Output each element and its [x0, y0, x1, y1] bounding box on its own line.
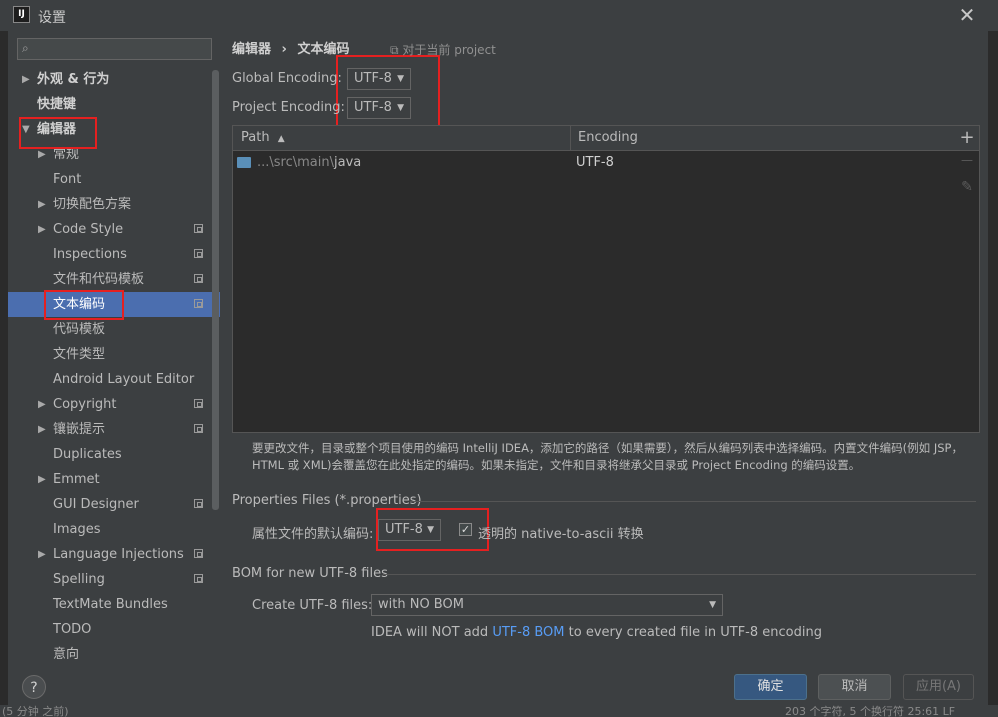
sidebar-item-textmate-bundles[interactable]: TextMate Bundles [8, 592, 220, 617]
sidebar-scrollbar[interactable] [212, 70, 219, 510]
project-scope-icon [194, 274, 203, 283]
native-to-ascii-checkbox[interactable]: ✓ [459, 523, 472, 536]
project-scope-icon: ⧉ [390, 43, 399, 57]
sidebar-item-intentions[interactable]: 意向 [8, 642, 220, 667]
project-encoding-select[interactable]: UTF-8 ▼ [347, 97, 411, 119]
table-toolbar: + — ✎ [956, 125, 978, 265]
native-to-ascii-label[interactable]: 透明的 native-to-ascii 转换 [478, 523, 644, 542]
ok-button[interactable]: 确定 [734, 674, 807, 700]
sidebar-item-emmet[interactable]: ▶ Emmet [8, 467, 220, 492]
breadcrumb: 编辑器 › 文本编码 [232, 38, 349, 57]
sidebar-item-spelling[interactable]: Spelling [8, 567, 220, 592]
breadcrumb-current: 文本编码 [297, 42, 350, 57]
background-window-edge-right [988, 31, 998, 717]
bom-section-title: BOM for new UTF-8 files [232, 566, 388, 581]
column-header-path[interactable]: Path ▲ [241, 126, 285, 150]
properties-encoding-select[interactable]: UTF-8 ▼ [378, 519, 441, 541]
sidebar-item-gui-designer[interactable]: GUI Designer [8, 492, 220, 517]
project-scope-icon [194, 224, 203, 233]
close-icon[interactable]: ✕ [956, 4, 978, 26]
edit-icon[interactable]: ✎ [956, 179, 978, 195]
sidebar-item-keymap[interactable]: 快捷键 [8, 92, 220, 117]
section-divider [410, 501, 976, 502]
background-window-edge [0, 31, 8, 717]
help-button[interactable]: ? [22, 675, 46, 699]
table-header: Path ▲ Encoding [233, 126, 979, 151]
folder-icon [237, 157, 251, 168]
project-scope-icon [194, 424, 203, 433]
chevron-right-icon: ▶ [38, 199, 46, 210]
sidebar-item-duplicates[interactable]: Duplicates [8, 442, 220, 467]
background-status-bar: (5 分钟 之前) 203 个字符, 5 个换行符 25:61 LF [0, 705, 998, 717]
global-encoding-label: Global Encoding: [232, 71, 342, 86]
chevron-right-icon: ▶ [38, 549, 46, 560]
project-scope-icon [194, 574, 203, 583]
title-bar [0, 0, 998, 31]
create-utf8-label: Create UTF-8 files: [252, 598, 373, 613]
cancel-button[interactable]: 取消 [818, 674, 891, 700]
section-divider [383, 574, 976, 575]
remove-icon[interactable]: — [956, 153, 978, 167]
sidebar-item-copyright[interactable]: ▶ Copyright [8, 392, 220, 417]
add-icon[interactable]: + [956, 127, 978, 148]
sidebar-item-appearance[interactable]: ▶ 外观 & 行为 [8, 67, 220, 92]
search-icon: ⌕ [22, 41, 29, 55]
breadcrumb-parent: 编辑器 [232, 42, 272, 57]
chevron-right-icon: ▶ [38, 474, 46, 485]
chevron-down-icon: ▼ [397, 74, 404, 84]
intellij-logo-icon: IJ [13, 6, 30, 23]
path-encoding-table[interactable]: Path ▲ Encoding ...\src\main\java UTF-8 [232, 125, 980, 433]
breadcrumb-separator: › [281, 42, 287, 57]
project-scope-icon [194, 499, 203, 508]
scope-note: ⧉ 对于当前 project [390, 43, 496, 57]
status-right: 203 个字符, 5 个换行符 25:61 LF [785, 705, 956, 717]
sidebar-item-android-layout-editor[interactable]: Android Layout Editor [8, 367, 220, 392]
project-scope-icon [194, 299, 203, 308]
chevron-right-icon: ▶ [38, 399, 46, 410]
table-row-encoding[interactable]: UTF-8 [576, 155, 614, 170]
chevron-down-icon: ▼ [397, 103, 404, 113]
column-divider [570, 126, 571, 150]
sidebar-item-language-injections[interactable]: ▶ Language Injections [8, 542, 220, 567]
project-scope-icon [194, 399, 203, 408]
settings-search-input[interactable]: ⌕ [17, 38, 212, 60]
window-title: 设置 [38, 10, 66, 26]
chevron-right-icon: ▶ [38, 424, 46, 435]
sidebar-item-file-types[interactable]: 文件类型 [8, 342, 220, 367]
chevron-right-icon: ▶ [22, 74, 30, 85]
encoding-help-text: 要更改文件，目录或整个项目使用的编码 IntelliJ IDEA，添加它的路径（… [252, 441, 963, 472]
column-header-encoding[interactable]: Encoding [578, 126, 638, 150]
chevron-right-icon: ▶ [38, 224, 46, 235]
status-left: (5 分钟 之前) [2, 705, 69, 717]
sidebar-item-inlay-hints[interactable]: ▶ 镶嵌提示 [8, 417, 220, 442]
highlight-box-file-encodings [44, 290, 124, 320]
project-scope-icon [194, 249, 203, 258]
sidebar-item-inspections[interactable]: Inspections [8, 242, 220, 267]
sidebar-item-font[interactable]: Font [8, 167, 220, 192]
bom-note: IDEA will NOT add UTF-8 BOM to every cre… [371, 625, 822, 640]
sidebar-item-color-scheme[interactable]: ▶ 切换配色方案 [8, 192, 220, 217]
highlight-box-editor [19, 117, 97, 149]
properties-default-encoding-label: 属性文件的默认编码: [252, 527, 374, 542]
apply-button[interactable]: 应用(A) [903, 674, 974, 700]
project-scope-icon [194, 549, 203, 558]
sidebar-item-todo[interactable]: TODO [8, 617, 220, 642]
global-encoding-select[interactable]: UTF-8 ▼ [347, 68, 411, 90]
bom-select[interactable]: with NO BOM ▼ [371, 594, 723, 616]
properties-section-title: Properties Files (*.properties) [232, 493, 422, 508]
project-encoding-label: Project Encoding: [232, 100, 345, 115]
sidebar-item-live-templates[interactable]: 代码模板 [8, 317, 220, 342]
sidebar-item-file-templates[interactable]: 文件和代码模板 [8, 267, 220, 292]
sort-ascending-icon: ▲ [277, 134, 285, 144]
sidebar-item-images[interactable]: Images [8, 517, 220, 542]
chevron-down-icon: ▼ [427, 525, 434, 535]
chevron-down-icon: ▼ [709, 600, 716, 610]
table-row-path[interactable]: ...\src\main\java [257, 155, 361, 170]
sidebar-item-code-style[interactable]: ▶ Code Style [8, 217, 220, 242]
utf8-bom-link[interactable]: UTF-8 BOM [492, 625, 564, 640]
